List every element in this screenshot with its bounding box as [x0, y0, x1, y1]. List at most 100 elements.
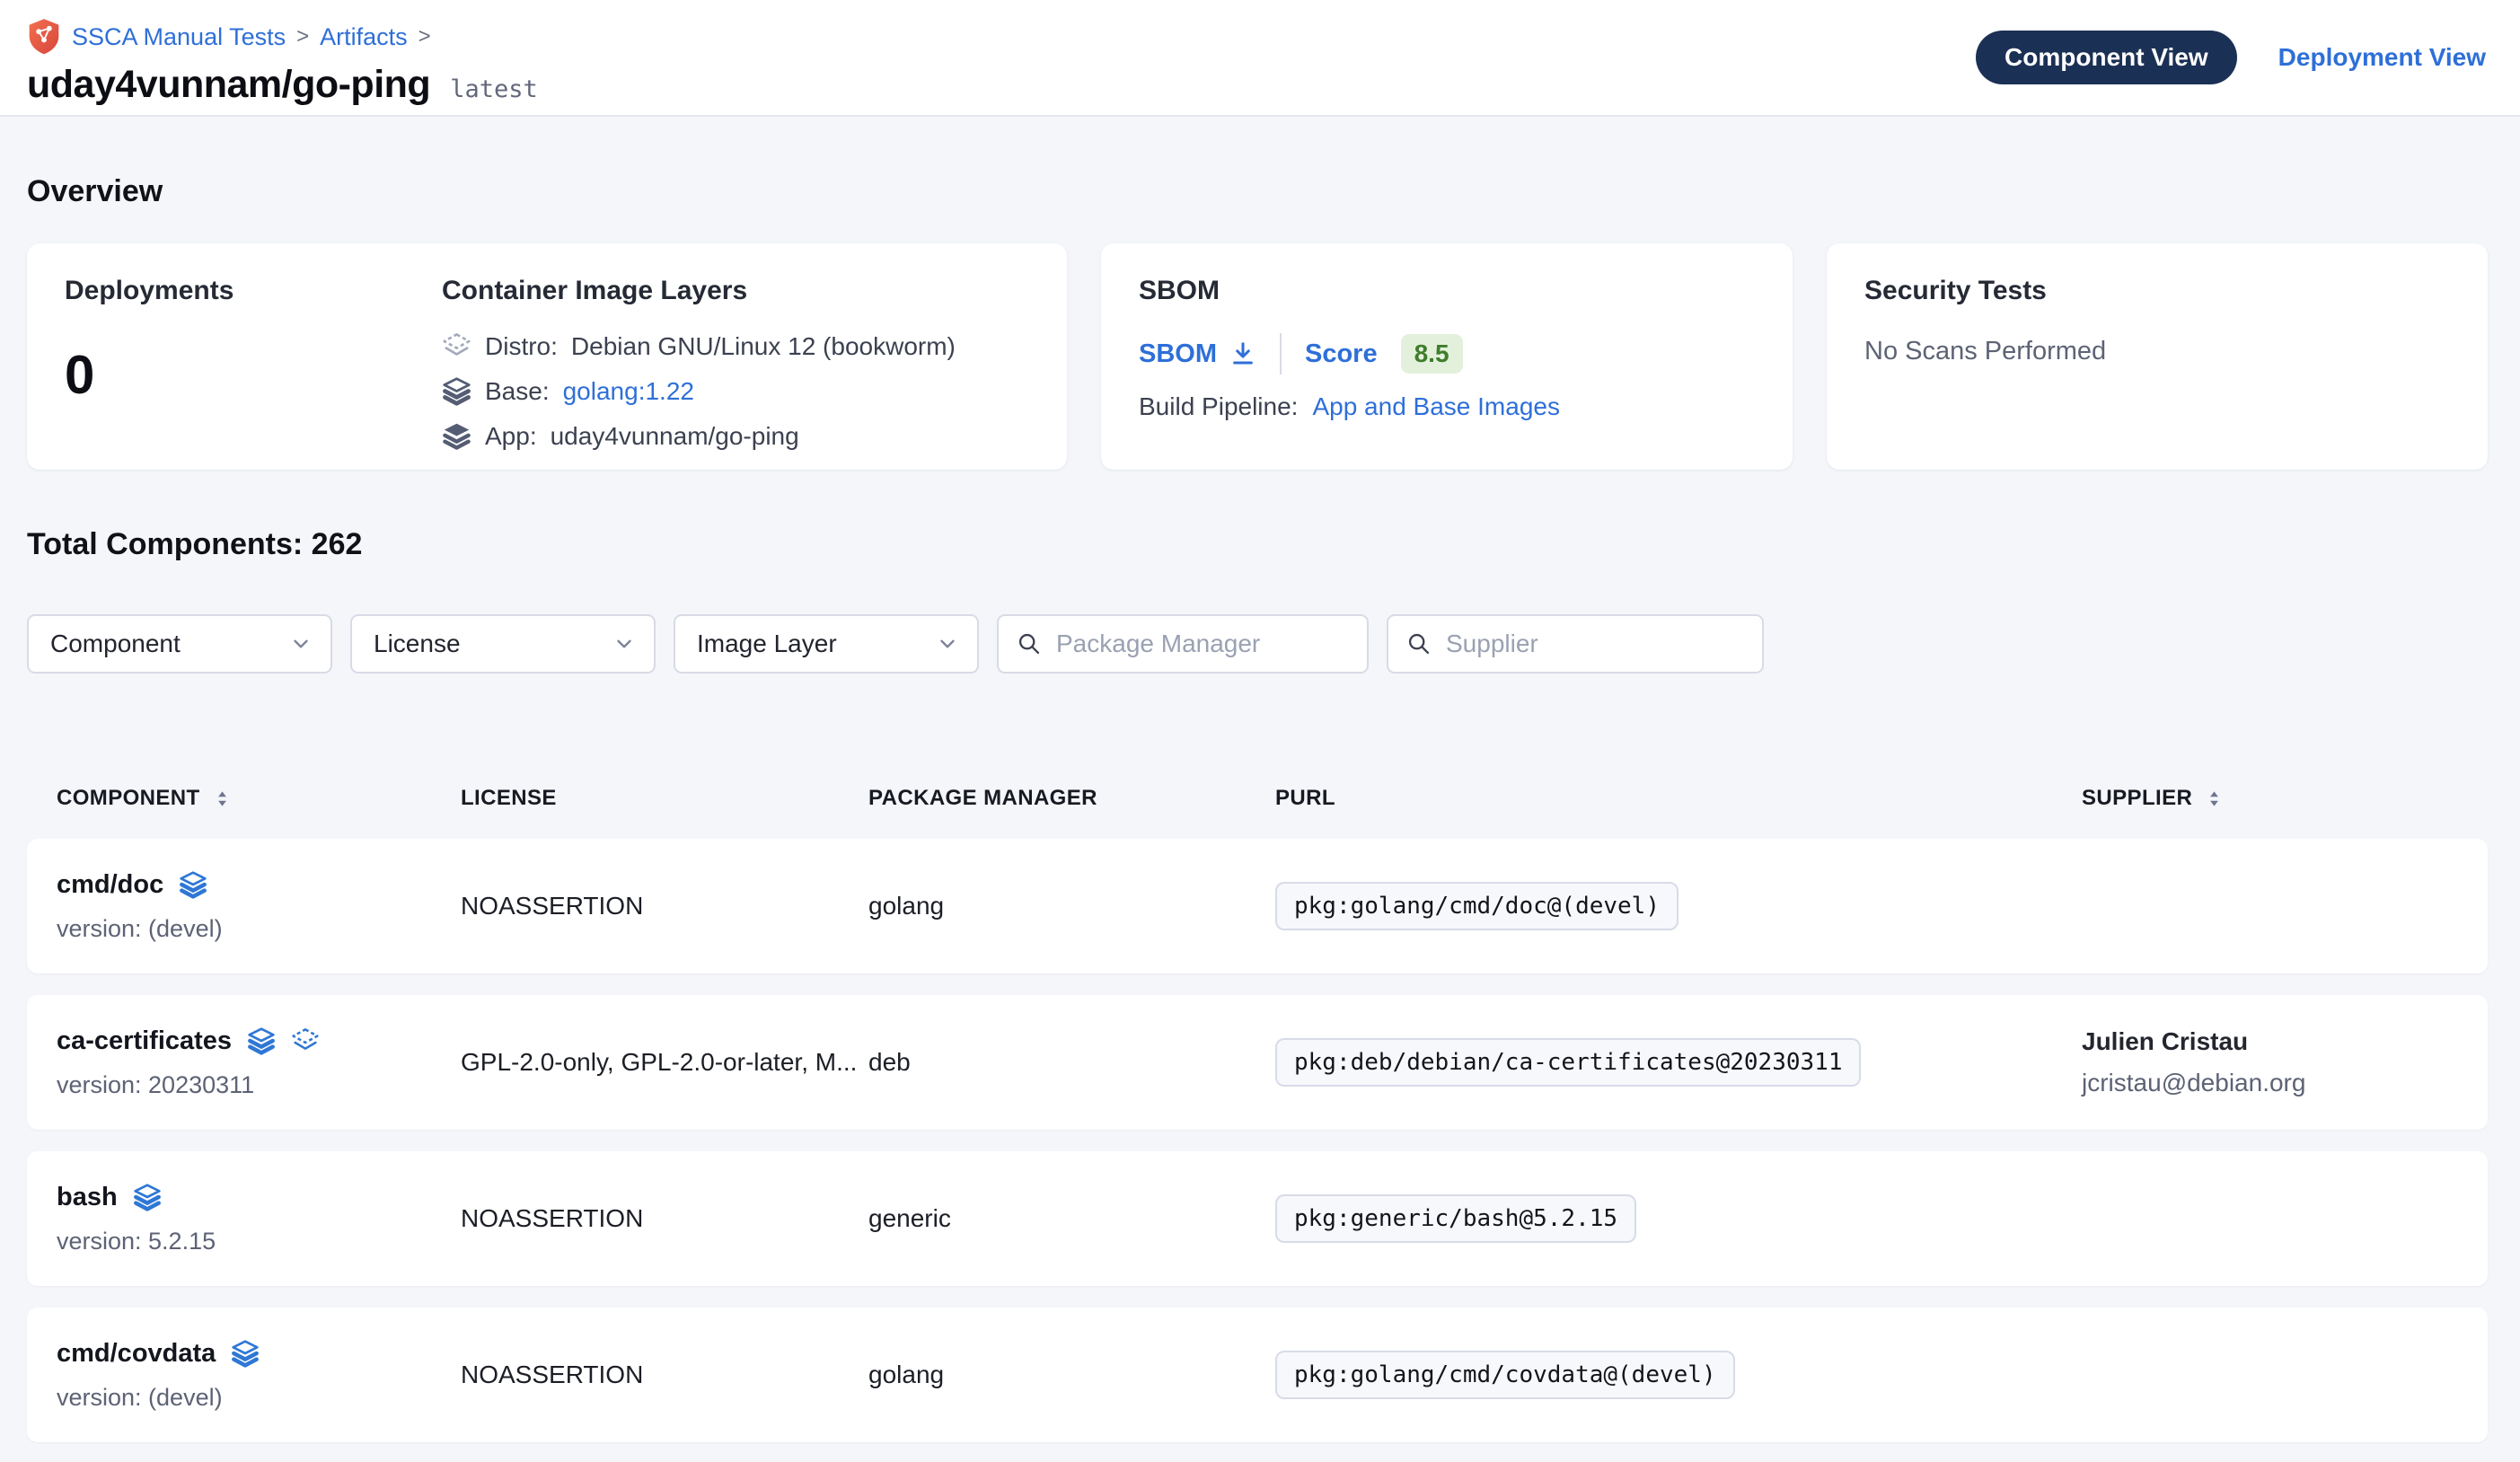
layer-value: Debian GNU/Linux 12 (bookworm): [571, 332, 956, 361]
filters-row: Component License Image Layer: [27, 614, 2488, 674]
component-cell: cmd/doc version: (devel): [57, 870, 461, 943]
table-row: ca-certificates version: 20230311 GPL-2.…: [27, 995, 2488, 1130]
base-image-link[interactable]: golang:1.22: [563, 377, 694, 406]
deployments-layers-card: Deployments 0 Container Image Layers Dis…: [27, 243, 1067, 470]
layer-label: Base:: [485, 377, 550, 406]
column-label: COMPONENT: [57, 786, 200, 811]
layers-dashed-icon: [291, 1026, 320, 1055]
layer-label: App:: [485, 422, 537, 451]
purl-chip: pkg:deb/debian/ca-certificates@20230311: [1275, 1038, 1861, 1087]
search-icon: [1406, 631, 1432, 656]
package-manager-cell: golang: [868, 1361, 1275, 1389]
component-version: version: 20230311: [57, 1071, 461, 1099]
breadcrumb-separator: >: [419, 24, 431, 49]
chevron-down-icon: [289, 632, 313, 656]
license-cell: NOASSERTION: [461, 1361, 868, 1389]
column-header-component[interactable]: COMPONENT: [57, 786, 461, 811]
layers-stack-icon: [133, 1183, 162, 1211]
build-pipeline-label: Build Pipeline:: [1139, 392, 1298, 421]
main-content: Overview Deployments 0 Container Image L…: [0, 174, 2520, 1442]
license-cell: NOASSERTION: [461, 1204, 868, 1233]
artifact-tag: latest: [450, 75, 538, 103]
deployments-section: Deployments 0: [65, 276, 442, 437]
layer-item: App: uday4vunnam/go-ping: [442, 421, 956, 451]
sbom-score-badge: 8.5: [1401, 334, 1463, 374]
breadcrumb-project-link[interactable]: SSCA Manual Tests: [72, 23, 286, 51]
sort-icon: [212, 788, 233, 809]
base-layers-icon: [442, 376, 471, 406]
container-layers-title: Container Image Layers: [442, 276, 956, 306]
sbom-card: SBOM SBOM Score 8.5 Build Pipeline: App …: [1101, 243, 1793, 470]
component-cell: bash version: 5.2.15: [57, 1183, 461, 1255]
search-input-package-manager[interactable]: [1054, 629, 1349, 659]
breadcrumb-artifacts-link[interactable]: Artifacts: [320, 23, 408, 51]
search-package-manager: [997, 614, 1369, 674]
license-cell: GPL-2.0-only, GPL-2.0-or-later, M...: [461, 1048, 868, 1077]
sbom-score-label: Score: [1305, 339, 1378, 369]
dropdown-value: Component: [50, 630, 181, 658]
supplier-cell: Julien Cristau jcristau@debian.org: [2082, 1027, 2461, 1097]
chevron-down-icon: [612, 632, 636, 656]
container-layers-section: Container Image Layers Distro: Debian GN…: [442, 276, 956, 437]
component-version: version: (devel): [57, 1384, 461, 1412]
dropdown-value: License: [374, 630, 461, 658]
component-cell: ca-certificates version: 20230311: [57, 1026, 461, 1099]
distro-layers-icon: [442, 331, 471, 361]
no-scans-text: No Scans Performed: [1864, 337, 2450, 366]
license-cell: NOASSERTION: [461, 892, 868, 920]
purl-cell: pkg:golang/cmd/covdata@(devel): [1275, 1351, 2082, 1399]
breadcrumb-separator: >: [296, 24, 309, 49]
column-label: PURL: [1275, 786, 1335, 811]
component-cell: cmd/covdata version: (devel): [57, 1339, 461, 1412]
supplier-email: jcristau@debian.org: [2082, 1069, 2461, 1097]
deployment-view-button[interactable]: Deployment View: [2278, 43, 2486, 72]
table-header: COMPONENT LICENSE PACKAGE MANAGER PURL S…: [27, 767, 2488, 830]
sort-icon: [2204, 788, 2225, 809]
package-manager-cell: golang: [868, 892, 1275, 920]
component-name: ca-certificates: [57, 1026, 232, 1056]
filter-dropdown-license[interactable]: License: [350, 614, 656, 674]
app-layers-icon: [442, 421, 471, 451]
search-input-supplier[interactable]: [1444, 629, 1744, 659]
purl-cell: pkg:golang/cmd/doc@(devel): [1275, 882, 2082, 930]
layer-item: Base: golang:1.22: [442, 376, 956, 406]
supplier-name: Julien Cristau: [2082, 1027, 2461, 1056]
deployments-count: 0: [65, 344, 442, 406]
chevron-down-icon: [936, 632, 959, 656]
component-name: bash: [57, 1183, 118, 1212]
search-icon: [1017, 631, 1042, 656]
column-header-package-manager: PACKAGE MANAGER: [868, 786, 1275, 811]
layer-item: Distro: Debian GNU/Linux 12 (bookworm): [442, 331, 956, 361]
column-header-supplier[interactable]: SUPPLIER: [2082, 786, 2461, 811]
vertical-divider: [1280, 333, 1282, 374]
components-table-rows: cmd/doc version: (devel) NOASSERTION gol…: [27, 839, 2488, 1442]
component-version: version: (devel): [57, 915, 461, 943]
purl-chip: pkg:golang/cmd/covdata@(devel): [1275, 1351, 1735, 1399]
deployments-title: Deployments: [65, 276, 442, 306]
page-title: uday4vunnam/go-ping: [27, 63, 430, 107]
build-pipeline-row: Build Pipeline: App and Base Images: [1139, 392, 1755, 421]
filter-dropdown-image-layer[interactable]: Image Layer: [674, 614, 979, 674]
purl-chip: pkg:golang/cmd/doc@(devel): [1275, 882, 1679, 930]
search-supplier: [1387, 614, 1764, 674]
dropdown-value: Image Layer: [697, 630, 837, 658]
view-toggle: Component View Deployment View: [1976, 31, 2486, 84]
component-name: cmd/covdata: [57, 1339, 216, 1369]
sbom-download-link[interactable]: SBOM: [1139, 339, 1256, 369]
column-header-license: LICENSE: [461, 786, 868, 811]
component-view-button[interactable]: Component View: [1976, 31, 2237, 84]
purl-cell: pkg:generic/bash@5.2.15: [1275, 1194, 2082, 1243]
overview-heading: Overview: [27, 174, 2488, 209]
download-icon: [1229, 340, 1256, 367]
purl-chip: pkg:generic/bash@5.2.15: [1275, 1194, 1636, 1243]
sbom-row: SBOM Score 8.5: [1139, 333, 1755, 374]
sbom-download-label: SBOM: [1139, 339, 1217, 369]
filter-dropdown-component[interactable]: Component: [27, 614, 332, 674]
column-label: LICENSE: [461, 786, 557, 811]
security-tests-title: Security Tests: [1864, 276, 2450, 306]
overview-cards: Deployments 0 Container Image Layers Dis…: [27, 243, 2488, 470]
layer-label: Distro:: [485, 332, 558, 361]
build-pipeline-link[interactable]: App and Base Images: [1312, 392, 1560, 421]
layers-stack-icon: [231, 1339, 260, 1368]
package-manager-cell: generic: [868, 1204, 1275, 1233]
